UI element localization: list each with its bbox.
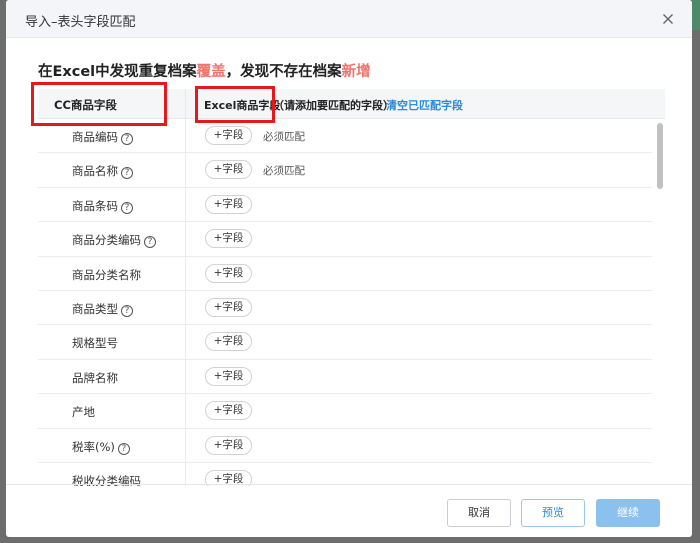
column-header-excel-note: （请添加要匹配的字段） [273, 99, 394, 112]
cc-field-name: 产地 [72, 404, 95, 420]
excel-field-cell: +字段 [186, 188, 652, 221]
help-icon[interactable]: ? [121, 201, 133, 214]
table-row: 品牌名称 +字段 [38, 359, 652, 395]
column-header-excel-fields: Excel商品字段 （请添加要匹配的字段） 清空已匹配字段 [186, 89, 665, 119]
excel-field-cell: +字段 必须匹配 [186, 119, 652, 152]
table-row: 产地 +字段 [38, 394, 652, 429]
table-row: 税率(%)? +字段 [38, 428, 652, 463]
add-field-button[interactable]: +字段 [205, 263, 252, 283]
table-row: 商品名称? +字段 必须匹配 [38, 153, 652, 188]
cc-field-label: 商品分类名称 [72, 267, 141, 282]
cc-field-label: 商品分类编码 [72, 233, 141, 248]
add-field-button[interactable]: +字段 [205, 229, 252, 249]
cc-field-cell: 规格型号 [38, 325, 186, 359]
table-scrollbar[interactable] [655, 119, 665, 486]
cc-field-name: 商品分类名称 [72, 267, 141, 283]
cc-field-name: 商品分类编码? [72, 232, 156, 249]
cc-field-cell: 商品条码? [38, 187, 186, 222]
cancel-button[interactable]: 取消 [447, 499, 511, 527]
clear-matched-fields-link[interactable]: 清空已匹配字段 [386, 97, 463, 113]
add-field-button[interactable]: +字段 [205, 332, 252, 352]
import-hint: 在Excel中发现重复档案覆盖，发现不存在档案新增 [38, 60, 371, 81]
column-header-excel-label: Excel商品字段 [204, 99, 281, 112]
help-icon[interactable]: ? [121, 305, 133, 317]
help-icon[interactable]: ? [121, 133, 133, 145]
cc-field-cell: 品牌名称 [38, 359, 186, 394]
add-field-button[interactable]: +字段 [205, 401, 252, 421]
cc-field-label: 税率(%) [72, 439, 115, 454]
hint-overwrite: 覆盖 [196, 64, 226, 80]
table-row: 商品编码? +字段 必须匹配 [38, 119, 652, 154]
table-row: 商品分类编码? +字段 [38, 222, 652, 257]
cc-field-label: 规格型号 [72, 336, 118, 351]
excel-field-cell: +字段 [186, 429, 652, 462]
cc-field-cell: 税收分类编码 [38, 463, 186, 486]
add-field-button[interactable]: +字段 [205, 298, 252, 317]
cc-field-cell: 税率(%)? [38, 428, 186, 462]
cc-field-name: 规格型号 [72, 335, 118, 351]
excel-field-cell: +字段 [186, 394, 652, 427]
cc-field-name: 商品编码? [72, 129, 133, 145]
close-icon[interactable] [660, 11, 676, 27]
table-header: CC商品字段 Excel商品字段 （请添加要匹配的字段） 清空已匹配字段 [38, 89, 665, 119]
add-field-button[interactable]: +字段 [205, 160, 252, 180]
help-icon[interactable]: ? [117, 442, 130, 455]
cc-field-label: 品牌名称 [72, 370, 118, 385]
cc-field-label: 产地 [72, 405, 95, 420]
cc-field-name: 商品条码? [72, 198, 133, 214]
background-app-strip [692, 0, 700, 30]
excel-field-cell: +字段 [186, 360, 652, 393]
cc-field-name: 商品类型? [72, 301, 133, 317]
dialog-title: 导入–表头字段匹配 [25, 15, 136, 30]
preview-button[interactable]: 预览 [521, 499, 585, 527]
excel-field-cell: +字段 [186, 463, 652, 486]
help-icon[interactable]: ? [144, 236, 156, 249]
excel-field-cell: +字段 [186, 257, 652, 290]
cc-field-label: 商品名称 [72, 164, 118, 179]
dialog-header: 导入–表头字段匹配 [6, 0, 692, 38]
cc-field-cell: 产地 [38, 394, 186, 428]
cc-field-label: 商品条码 [72, 198, 118, 213]
hint-text-1: 在Excel中发现重复档案 [38, 64, 197, 80]
add-field-button[interactable]: +字段 [205, 194, 252, 214]
hint-new: 新增 [341, 64, 371, 80]
required-match-label: 必须匹配 [263, 131, 305, 143]
cc-field-cell: 商品编码? [38, 119, 186, 153]
required-match-label: 必须匹配 [263, 165, 305, 178]
add-field-button[interactable]: +字段 [205, 435, 252, 455]
column-header-cc-label: CC商品字段 [54, 98, 117, 112]
excel-field-cell: +字段 [186, 325, 652, 358]
cc-field-cell: 商品分类编码? [38, 222, 186, 256]
cc-field-name: 品牌名称 [72, 370, 118, 386]
table-row: 商品条码? +字段 [38, 187, 652, 223]
continue-button[interactable]: 继续 [596, 499, 660, 527]
table-row: 税收分类编码 +字段 [38, 463, 652, 486]
footer-divider [6, 484, 692, 485]
table-body: 商品编码? +字段 必须匹配 商品名称? +字段 必须匹配 商品条码? +字段 商品分类编码? +… [38, 119, 665, 486]
help-icon[interactable]: ? [121, 167, 133, 180]
table-row: 规格型号 +字段 [38, 325, 652, 360]
excel-field-cell: +字段 必须匹配 [186, 153, 652, 186]
excel-field-cell: +字段 [186, 222, 652, 255]
cc-field-cell: 商品名称? [38, 153, 186, 187]
cc-field-name: 税率(%)? [72, 439, 130, 455]
excel-field-cell: +字段 [186, 291, 652, 324]
cc-field-cell: 商品类型? [38, 291, 186, 325]
table-row: 商品分类名称 +字段 [38, 256, 652, 291]
add-field-button[interactable]: +字段 [205, 366, 252, 386]
scrollbar-thumb[interactable] [657, 123, 663, 189]
cc-field-label: 商品类型 [72, 302, 118, 316]
cc-field-name: 商品名称? [72, 163, 133, 180]
cc-field-label: 商品编码 [72, 130, 118, 144]
import-header-mapping-dialog: 导入–表头字段匹配 在Excel中发现重复档案覆盖，发现不存在档案新增 CC商品… [6, 0, 692, 537]
cc-field-cell: 商品分类名称 [38, 256, 186, 290]
field-mapping-table: CC商品字段 Excel商品字段 （请添加要匹配的字段） 清空已匹配字段 商品编… [38, 89, 665, 486]
column-header-cc-fields: CC商品字段 [38, 89, 186, 119]
table-row: 商品类型? +字段 [38, 291, 652, 326]
add-field-button[interactable]: +字段 [205, 126, 252, 145]
hint-text-2: ，发现不存在档案 [225, 64, 342, 80]
